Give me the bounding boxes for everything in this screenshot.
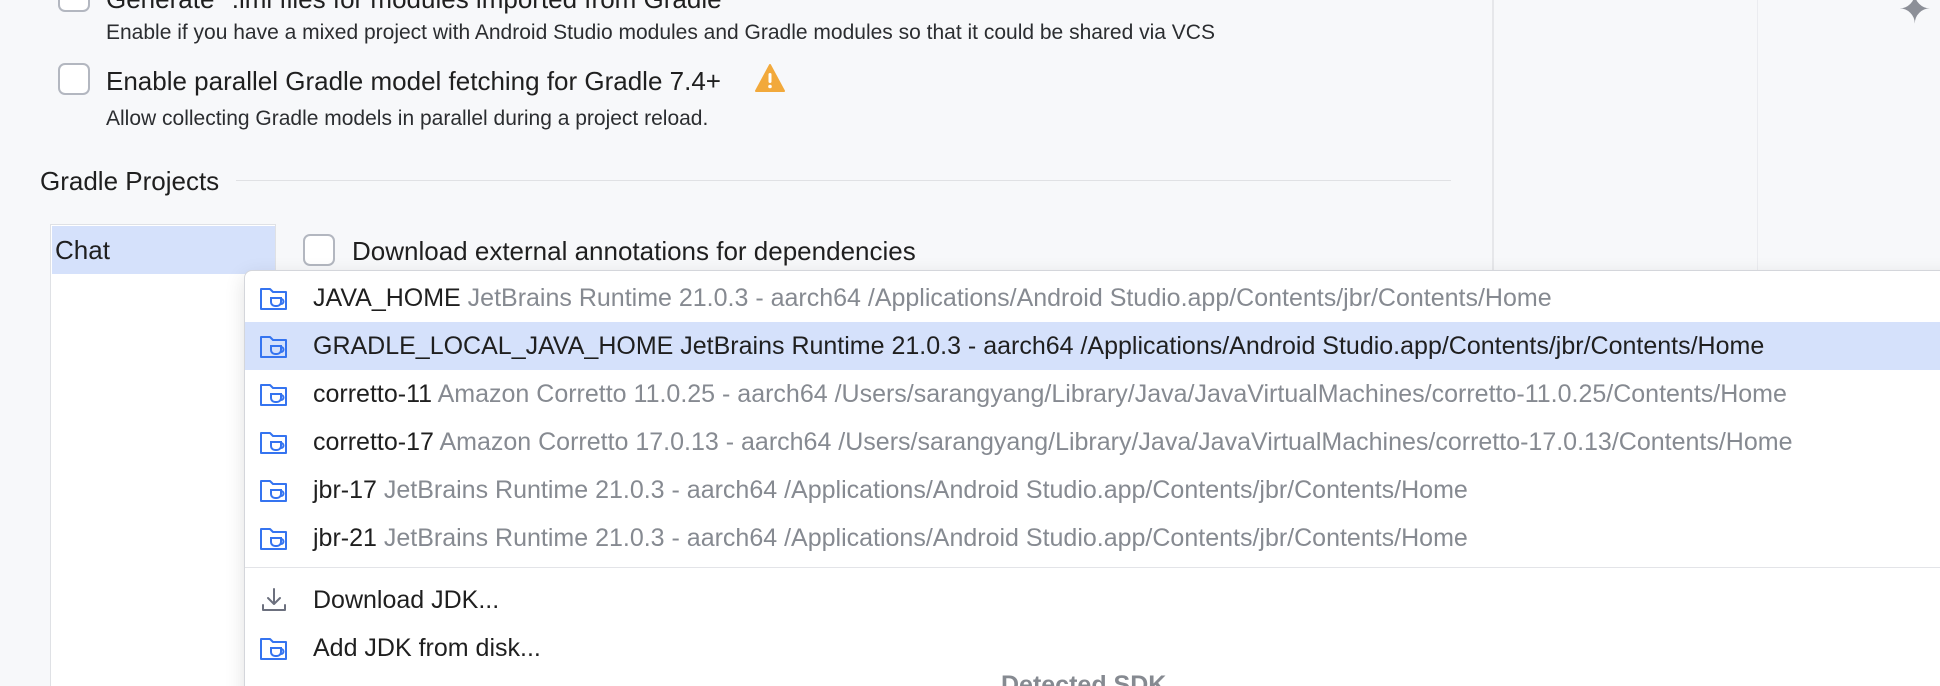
gradle-projects-title: Gradle Projects xyxy=(40,166,220,196)
jdk-detail: Amazon Corretto 17.0.13 - aarch64 /Users… xyxy=(439,428,1793,456)
jdk-detail: JetBrains Runtime 21.0.3 - aarch64 /Appl… xyxy=(383,476,1468,504)
download-annotations-label: Download external annotations for depend… xyxy=(352,236,916,266)
jdk-detail: JetBrains Runtime 21.0.3 - aarch64 /Appl… xyxy=(467,284,1552,312)
jdk-detail: JetBrains Runtime 21.0.3 - aarch64 /Appl… xyxy=(383,524,1468,552)
download-icon xyxy=(262,588,286,611)
jdk-option-jbr-17[interactable]: jbr-17 JetBrains Runtime 21.0.3 - aarch6… xyxy=(245,466,1940,514)
jdk-detail: Amazon Corretto 11.0.25 - aarch64 /Users… xyxy=(437,380,1787,408)
project-item-chat[interactable]: Chat xyxy=(52,226,275,274)
jdk-folder-icon xyxy=(260,480,287,502)
detected-sdk-group-label: Detected SDK xyxy=(1001,671,1167,686)
generate-iml-label: Generate *.iml files for modules importe… xyxy=(106,0,722,12)
warning-icon xyxy=(755,64,785,92)
gradle-project-list[interactable]: Chat xyxy=(50,224,276,686)
download-jdk-action[interactable]: Download JDK... xyxy=(245,576,1940,624)
jdk-option-gradle-local-java-home[interactable]: GRADLE_LOCAL_JAVA_HOME JetBrains Runtime… xyxy=(245,322,1940,370)
jdk-folder-icon xyxy=(260,384,287,406)
jdk-detail: JetBrains Runtime 21.0.3 - aarch64 /Appl… xyxy=(680,332,1765,360)
jdk-option-corretto-17[interactable]: corretto-17 Amazon Corretto 17.0.13 - aa… xyxy=(245,418,1940,466)
popup-separator xyxy=(245,567,1940,568)
jdk-option-jbr-21[interactable]: jbr-21 JetBrains Runtime 21.0.3 - aarch6… xyxy=(245,514,1940,562)
sparkle-icon[interactable]: ✦ xyxy=(1898,0,1932,30)
section-divider xyxy=(236,180,1451,181)
download-jdk-label: Download JDK... xyxy=(313,586,500,614)
generate-iml-checkbox[interactable] xyxy=(58,0,90,12)
jdk-folder-icon xyxy=(260,432,287,454)
generate-iml-description: Enable if you have a mixed project with … xyxy=(106,21,1215,44)
download-annotations-checkbox[interactable] xyxy=(303,234,335,266)
jdk-dropdown-popup: JAVA_HOME JetBrains Runtime 21.0.3 - aar… xyxy=(244,270,1940,686)
jdk-option-corretto-11[interactable]: corretto-11 Amazon Corretto 11.0.25 - aa… xyxy=(245,370,1940,418)
jdk-name: jbr-21 xyxy=(313,524,377,552)
jdk-name: corretto-11 xyxy=(313,380,433,408)
jdk-name: GRADLE_LOCAL_JAVA_HOME xyxy=(313,332,674,360)
parallel-fetch-description: Allow collecting Gradle models in parall… xyxy=(106,107,709,130)
jdk-name: jbr-17 xyxy=(313,476,377,504)
jdk-folder-icon xyxy=(260,528,287,550)
add-jdk-from-disk-label: Add JDK from disk... xyxy=(313,634,541,662)
jdk-folder-icon xyxy=(260,336,287,358)
jdk-name: JAVA_HOME xyxy=(313,284,461,312)
jdk-folder-icon xyxy=(260,638,287,660)
add-jdk-from-disk-action[interactable]: Add JDK from disk... xyxy=(245,624,1940,672)
parallel-fetch-label: Enable parallel Gradle model fetching fo… xyxy=(106,66,721,96)
jdk-folder-icon xyxy=(260,288,287,310)
jdk-option-java-home[interactable]: JAVA_HOME JetBrains Runtime 21.0.3 - aar… xyxy=(245,274,1940,322)
parallel-fetch-checkbox[interactable] xyxy=(58,63,90,95)
jdk-name: corretto-17 xyxy=(313,428,434,456)
